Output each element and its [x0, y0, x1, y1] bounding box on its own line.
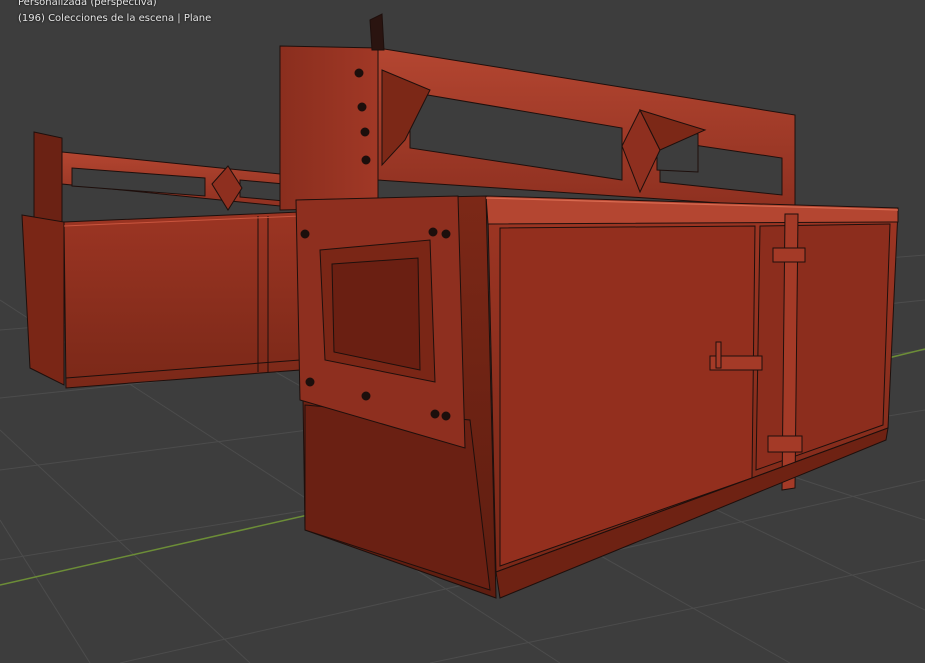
3d-viewport[interactable]: Personalizada (perspectiva) (196) Colecc… — [0, 0, 925, 663]
x-axis-line — [0, 509, 331, 586]
door-left — [499, 225, 756, 567]
active-object-name: Plane — [183, 13, 212, 24]
post-cap — [369, 13, 385, 51]
background-truck-bed[interactable] — [21, 131, 301, 389]
latch-clip-top — [772, 247, 806, 263]
latch-handle — [715, 341, 722, 369]
collection-name: Colecciones de la escena — [48, 13, 175, 24]
bg-box-front — [63, 211, 301, 389]
view-mode-label: Personalizada (perspectiva) — [18, 0, 157, 8]
latch-clip-bottom — [767, 435, 803, 453]
bg-box-side — [21, 214, 65, 386]
plate-window — [331, 257, 421, 371]
scene-canvas[interactable] — [0, 0, 925, 663]
foreground-truck-bed[interactable] — [279, 13, 899, 599]
scene-context-label: (196) Colecciones de la escena | Plane — [18, 13, 212, 24]
frame-number: (196) — [18, 13, 45, 24]
